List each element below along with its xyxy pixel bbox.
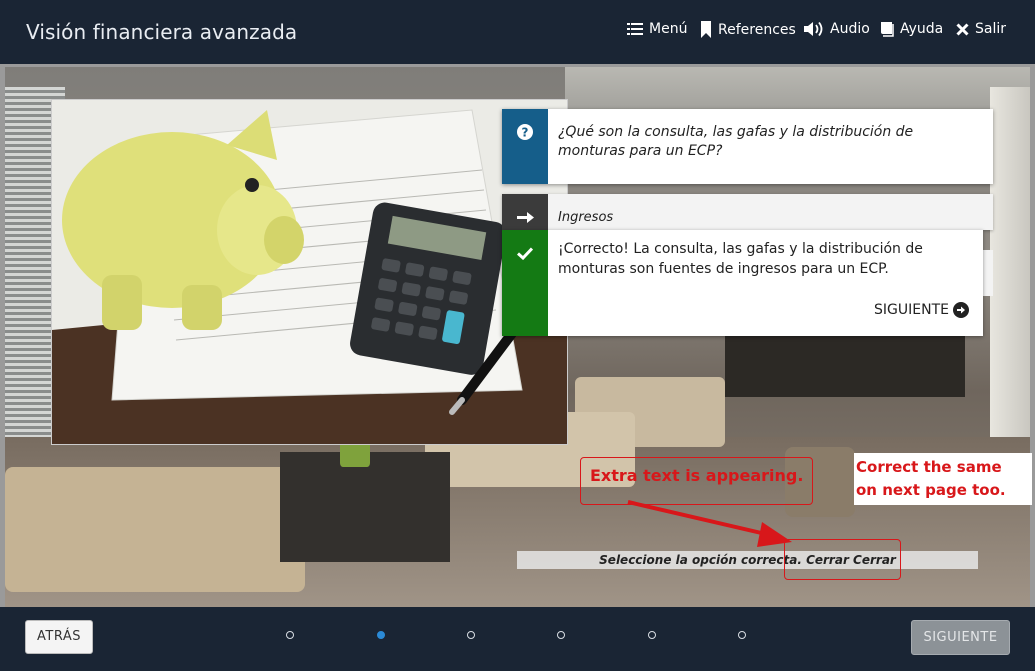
sofa-left	[5, 467, 305, 592]
back-button[interactable]: ATRÁS	[25, 620, 93, 654]
help-button[interactable]: Ayuda	[880, 21, 943, 37]
exit-label: Salir	[975, 21, 1007, 37]
page-dot-2[interactable]	[377, 631, 385, 639]
page-dot-1[interactable]	[286, 631, 294, 639]
help-label: Ayuda	[900, 21, 944, 37]
answer-option[interactable]: Ingresos	[502, 194, 993, 230]
menu-label: Menú	[649, 21, 688, 37]
piggy-bank-image	[51, 99, 568, 445]
menu-button[interactable]: Menú	[627, 21, 687, 37]
audio-label: Audio	[830, 21, 870, 37]
feedback-next-button[interactable]: SIGUIENTE	[874, 302, 969, 318]
answer-icon-box	[502, 194, 548, 230]
book-icon	[881, 22, 894, 37]
close-icon	[956, 22, 969, 36]
highlight-box	[784, 539, 901, 580]
course-title: Visión financiera avanzada	[26, 20, 298, 44]
coffee-table	[280, 452, 450, 562]
page-dot-6[interactable]	[738, 631, 746, 639]
page-dot-5[interactable]	[648, 631, 656, 639]
right-windows	[990, 87, 1030, 437]
next-button[interactable]: SIGUIENTE	[911, 620, 1010, 655]
note-annotation: Correct the same on next page too.	[856, 458, 1006, 499]
answer-label: Ingresos	[558, 210, 614, 225]
check-icon	[517, 247, 533, 260]
question-icon-box: ?	[502, 109, 548, 184]
references-label: References	[718, 21, 796, 38]
feedback-next-label: SIGUIENTE	[874, 302, 949, 318]
page-dot-4[interactable]	[557, 631, 565, 639]
audio-button[interactable]: Audio	[804, 21, 870, 37]
bottom-bar	[0, 607, 1035, 671]
list-icon	[627, 23, 643, 35]
arrow-right-icon	[517, 212, 534, 223]
feedback-card: ¡Correcto! La consulta, las gafas y la d…	[502, 230, 983, 336]
question-card: ? ¿Qué son la consulta, las gafas y la d…	[502, 109, 993, 184]
references-button[interactable]: References	[700, 21, 796, 38]
question-text: ¿Qué son la consulta, las gafas y la dis…	[558, 124, 914, 159]
exit-button[interactable]: Salir	[956, 21, 1006, 37]
feedback-icon-box	[502, 230, 548, 336]
bookmark-icon	[701, 21, 711, 38]
annotation-arrow	[627, 500, 792, 547]
extra-text-annotation: Extra text is appearing.	[590, 466, 804, 485]
svg-text:?: ?	[522, 126, 529, 140]
page-dot-3[interactable]	[467, 631, 475, 639]
speaker-icon	[804, 21, 823, 37]
circle-arrow-right-icon	[953, 302, 969, 318]
question-icon: ?	[517, 124, 533, 140]
feedback-text: ¡Correcto! La consulta, las gafas y la d…	[558, 241, 923, 277]
answer-edge	[983, 250, 993, 296]
piggy-bank-illustration	[52, 100, 567, 444]
